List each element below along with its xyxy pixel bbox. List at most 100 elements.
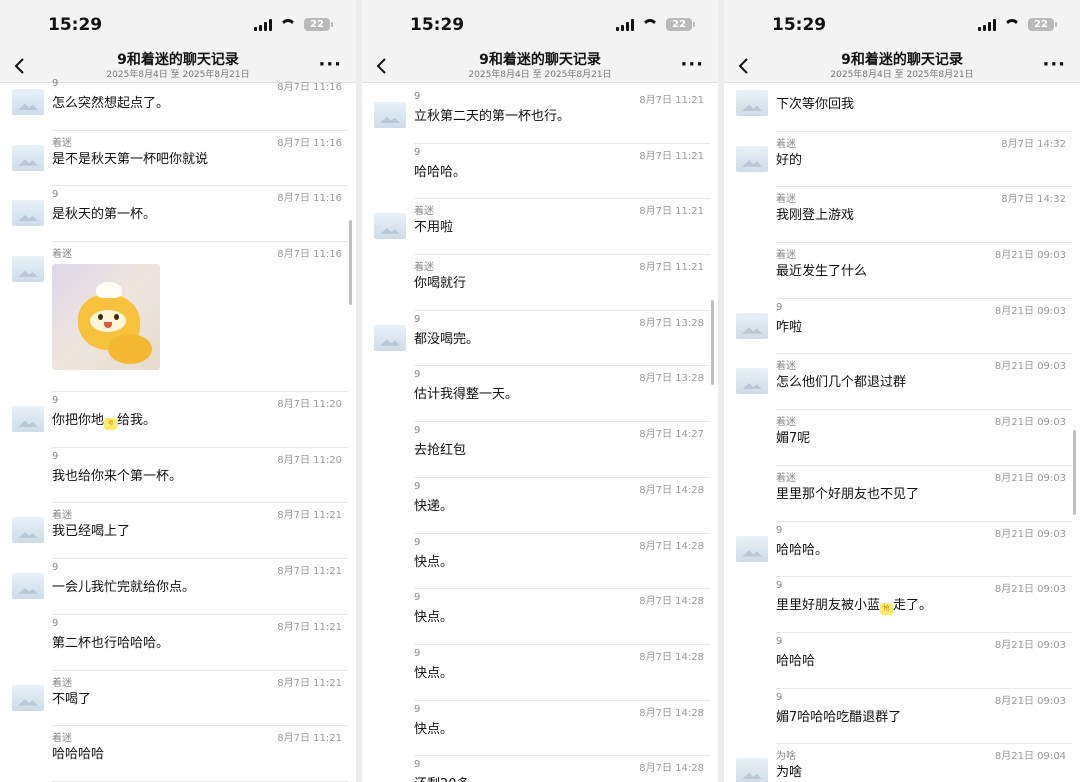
list-item[interactable]: 9 8月7日 11:21 立秋第二天的第一杯也行。 — [362, 88, 718, 144]
sender-name: 9 — [414, 703, 421, 715]
sender-name: 9 — [52, 450, 59, 462]
message-time: 8月21日 09:03 — [994, 361, 1066, 373]
list-item[interactable]: 下次等你回我 — [724, 76, 1080, 132]
avatar[interactable] — [12, 406, 44, 433]
list-item[interactable]: 着迷 8月7日 11:21 哈哈哈哈 — [0, 726, 356, 782]
list-item[interactable]: 9 8月7日 11:20 你把你地 ᐛ 给我。 — [0, 392, 356, 448]
message-text: 媚7呢 — [776, 431, 811, 447]
avatar[interactable] — [736, 758, 768, 782]
list-item[interactable]: 着迷 8月7日 11:21 你喝就行 — [362, 255, 718, 311]
list-item[interactable]: 着迷 8月21日 09:03 怎么他们几个都退过群 — [724, 354, 1080, 411]
sender-name: 9 — [52, 395, 59, 407]
nav-header: 9和着迷的聊天记录 2025年8月4日 至 2025年8月21日 ··· — [362, 50, 718, 83]
message-time: 8月7日 11:16 — [277, 137, 342, 149]
more-options-button[interactable]: ··· — [680, 54, 704, 75]
message-list[interactable]: 9 8月7日 11:16 怎么突然想起点了。 着迷 8月7日 11:16 是不是秋天第一杯… — [0, 75, 356, 782]
avatar[interactable] — [12, 573, 44, 600]
more-options-button[interactable]: ··· — [318, 54, 342, 75]
message-text: 好的 — [776, 152, 803, 168]
avatar[interactable] — [736, 535, 768, 562]
message-text: 是不是秋天第一杯吧你就说 — [52, 151, 209, 167]
message-text: 怎么突然想起点了。 — [52, 96, 170, 111]
sticker-image[interactable] — [52, 264, 160, 371]
list-item[interactable]: 着迷 8月7日 14:32 好的 — [724, 132, 1080, 188]
scrollbar[interactable] — [349, 220, 352, 305]
list-item[interactable]: 着迷 8月7日 11:21 我已经喝上了 — [0, 503, 356, 560]
message-list[interactable]: 下次等你回我着迷 8月7日 14:32 好的着迷 8月7日 14:32 我刚登上游戏着迷… — [724, 76, 1080, 782]
list-item[interactable]: 9 8月7日 14:28 快递。 — [362, 478, 718, 534]
list-item[interactable]: 9 8月7日 11:21 一会儿我忙完就给你点。 — [0, 559, 356, 615]
message-text: 你喝就行 — [414, 276, 467, 292]
sender-name: 9 — [52, 562, 59, 574]
list-item[interactable]: 着迷 8月7日 11:16 是不是秋天第一杯吧你就说 — [0, 131, 356, 187]
avatar[interactable] — [736, 368, 768, 395]
message-time: 8月21日 09:03 — [994, 472, 1066, 484]
list-item[interactable]: 9 8月21日 09:03 媚7哈哈哈吃醋退群了 — [724, 689, 1080, 745]
message-text: 是秋天的第一杯。 — [52, 207, 157, 223]
status-bar: 15:29 22 — [362, 0, 718, 50]
message-text: 下次等你回我 — [776, 97, 855, 112]
status-time: 15:29 — [48, 15, 103, 35]
avatar[interactable] — [374, 324, 406, 351]
avatar[interactable] — [736, 312, 768, 339]
list-item[interactable]: 为啥 8月21日 09:04 为啥 — [724, 744, 1080, 782]
sender-name: 着迷 — [776, 417, 796, 429]
message-time: 8月7日 14:28 — [639, 707, 704, 719]
avatar[interactable] — [736, 90, 768, 116]
battery-icon: 22 — [1028, 18, 1057, 31]
message-time: 8月7日 14:28 — [639, 596, 704, 608]
list-item[interactable]: 着迷 8月7日 11:16 — [0, 242, 356, 393]
message-time: 8月7日 14:32 — [1001, 194, 1066, 206]
list-item[interactable]: 着迷 8月21日 09:03 最近发生了什么 — [724, 243, 1080, 299]
avatar[interactable] — [12, 256, 44, 283]
message-text: 哈哈哈 — [776, 653, 816, 669]
list-item[interactable]: 着迷 8月21日 09:03 里里那个好朋友也不见了 — [724, 466, 1080, 522]
message-time: 8月7日 11:21 — [277, 677, 342, 689]
list-item[interactable]: 9 8月7日 11:16 是秋天的第一杯。 — [0, 186, 356, 243]
avatar[interactable] — [12, 144, 44, 171]
avatar[interactable] — [12, 684, 44, 711]
list-item[interactable]: 9 8月21日 09:03 里里好朋友被小蓝抢走了。 — [724, 577, 1080, 633]
emoji-icon: ᐛ — [104, 418, 118, 431]
message-text: 里里那个好朋友也不见了 — [776, 486, 920, 502]
list-item[interactable]: 着迷 8月21日 09:03 媚7呢 — [724, 410, 1080, 466]
page-title: 9和着迷的聊天记录 — [841, 52, 963, 68]
avatar[interactable] — [12, 517, 44, 544]
list-item[interactable]: 9 8月21日 09:03 哈哈哈。 — [724, 522, 1080, 578]
list-item[interactable]: 着迷 8月7日 14:32 我刚登上游戏 — [724, 187, 1080, 244]
avatar[interactable] — [736, 145, 768, 172]
list-item[interactable]: 9 8月7日 14:28 快点。 — [362, 645, 718, 701]
message-list[interactable]: 9 8月7日 11:21 立秋第二天的第一杯也行。 9 8月7日 11:21 哈哈哈。 着迷… — [362, 88, 718, 782]
chat-history-screen-1: 15:29 22 9和着迷的聊天记录 2025年8月4日 至 2025年8月21… — [0, 0, 356, 782]
message-time: 8月7日 13:28 — [639, 317, 704, 329]
message-text: 媚7哈哈哈吃醋退群了 — [776, 709, 902, 725]
message-text: 去抢红包 — [414, 443, 467, 459]
list-item[interactable]: 9 8月7日 14:28 还剩20多 — [362, 756, 718, 782]
avatar[interactable] — [12, 89, 44, 115]
message-text: 我刚登上游戏 — [776, 208, 855, 224]
sender-name: 9 — [414, 91, 421, 102]
list-item[interactable]: 着迷 8月7日 11:21 不喝了 — [0, 671, 356, 727]
message-text: 里里好朋友被小蓝抢走了。 — [776, 598, 933, 616]
list-item[interactable]: 9 8月21日 09:03 咋啦 — [724, 299, 1080, 355]
list-item[interactable]: 9 8月7日 13:28 都没喝完。 — [362, 311, 718, 367]
list-item[interactable]: 9 8月7日 11:20 我也给你来个第一杯。 — [0, 448, 356, 504]
list-item[interactable]: 着迷 8月7日 11:21 不用啦 — [362, 199, 718, 256]
scrollbar[interactable] — [1073, 430, 1076, 515]
list-item[interactable]: 9 8月7日 11:16 怎么突然想起点了。 — [0, 75, 356, 131]
message-time: 8月7日 14:28 — [639, 540, 704, 552]
list-item[interactable]: 9 8月7日 14:28 快点。 — [362, 534, 718, 590]
list-item[interactable]: 9 8月7日 14:27 去抢红包 — [362, 422, 718, 478]
scrollbar[interactable] — [711, 300, 714, 385]
list-item[interactable]: 9 8月7日 13:28 估计我得整一天。 — [362, 366, 718, 423]
avatar[interactable] — [12, 200, 44, 227]
list-item[interactable]: 9 8月7日 11:21 第二杯也行哈哈哈。 — [0, 615, 356, 671]
list-item[interactable]: 9 8月7日 14:28 快点。 — [362, 589, 718, 645]
list-item[interactable]: 9 8月7日 11:21 哈哈哈。 — [362, 144, 718, 200]
list-item[interactable]: 9 8月21日 09:03 哈哈哈 — [724, 633, 1080, 689]
avatar[interactable] — [374, 102, 406, 128]
avatar[interactable] — [374, 213, 406, 240]
more-options-button[interactable]: ··· — [1042, 54, 1066, 75]
list-item[interactable]: 9 8月7日 14:28 快点。 — [362, 701, 718, 757]
battery-icon: 22 — [304, 18, 333, 31]
